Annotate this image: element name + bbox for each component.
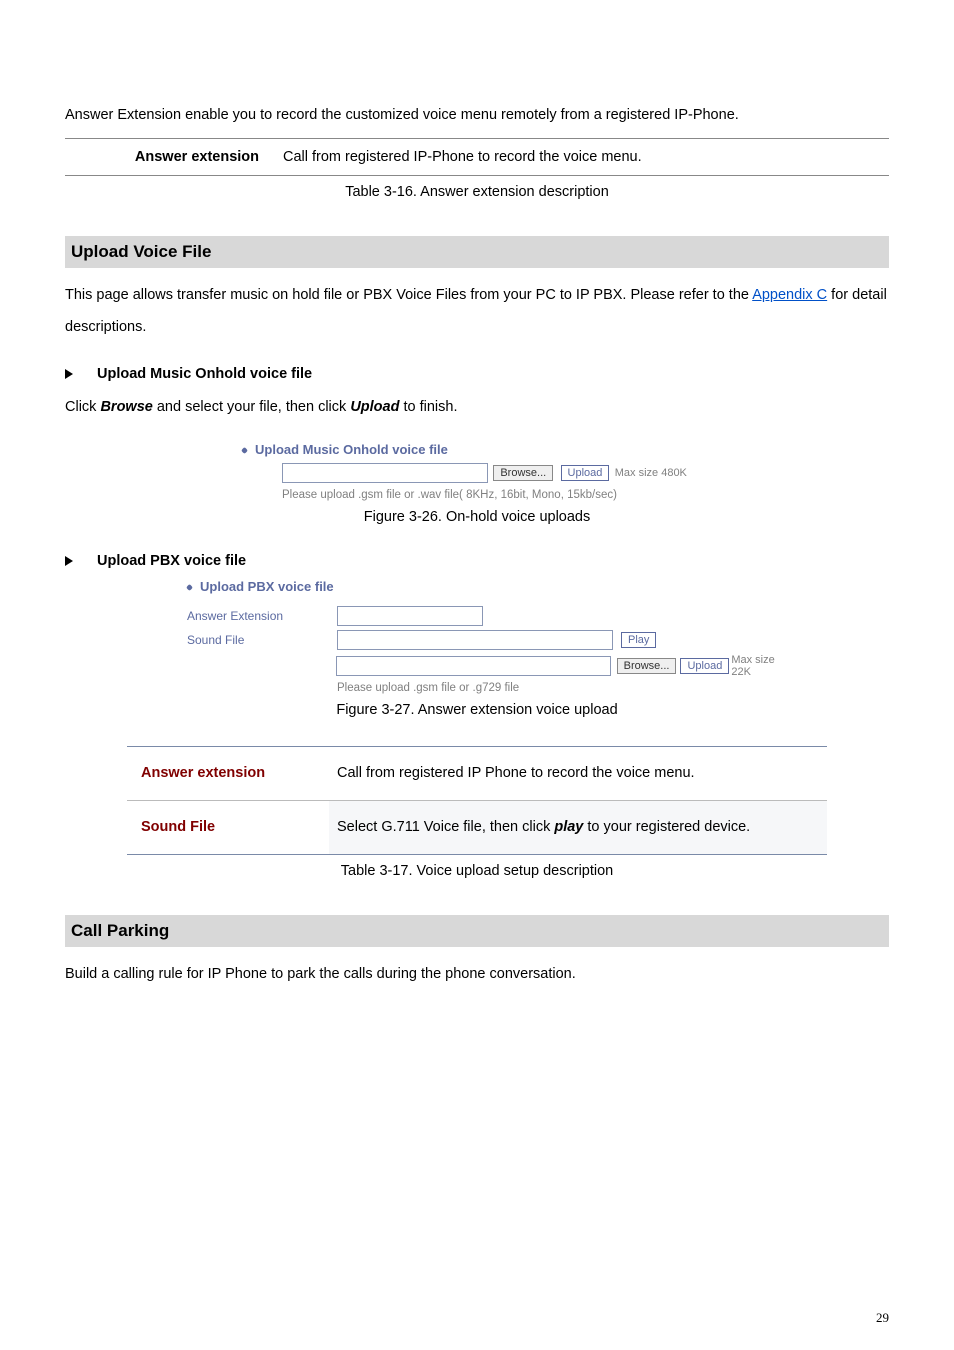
browse-word: Browse [100,399,152,415]
chevron-right-icon [65,556,73,566]
music-file-input[interactable] [282,463,488,483]
table2-r1-value: Call from registered IP Phone to record … [329,746,827,800]
upload-file-input[interactable] [336,656,610,676]
sound-file-input[interactable] [337,630,613,650]
click-text: Click [65,399,100,415]
browse-button[interactable]: Browse... [617,658,677,674]
end-text: to finish. [399,399,457,415]
table1-value: Call from registered IP-Phone to record … [275,138,889,175]
mid-text: and select your file, then click [153,399,350,415]
music-onhold-instruction: Click Browse and select your file, then … [65,392,889,424]
table2-r2-after: to your registered device. [583,819,750,835]
table1-label: Answer extension [65,138,275,175]
fig26-constraint: Please upload .gsm file or .wav file( 8K… [282,489,712,501]
intro-paragraph: Answer Extension enable you to record th… [65,100,889,132]
chevron-right-icon [65,369,73,379]
upload-voice-file-paragraph: This page allows transfer music on hold … [65,280,889,344]
answer-extension-label: Answer Extension [157,609,337,623]
appendix-c-link[interactable]: Appendix C [752,287,827,303]
figure-3-27: Upload PBX voice file Answer Extension S… [157,579,797,694]
upload-voice-file-heading: Upload Voice File [65,236,889,268]
bullet-pbx-voice: Upload PBX voice file [65,553,889,569]
table2-r2-value: Select G.711 Voice file, then click play… [329,800,827,854]
upload-button[interactable]: Upload [561,465,610,481]
diamond-bullet-icon [241,447,248,454]
upload-para-before: This page allows transfer music on hold … [65,287,752,303]
play-button[interactable]: Play [621,632,656,648]
bullet-pbx-title: Upload PBX voice file [97,553,246,569]
max-size-note: Max size 22K [731,654,797,678]
diamond-bullet-icon [186,584,193,591]
fig26-caption: Figure 3-26. On-hold voice uploads [65,509,889,525]
browse-button[interactable]: Browse... [493,465,553,481]
answer-ext-table: Answer extension Call from registered IP… [65,138,889,176]
table1-caption: Table 3-16. Answer extension description [65,184,889,200]
sound-file-label: Sound File [157,633,337,647]
upload-word: Upload [350,399,399,415]
fig27-constraint: Please upload .gsm file or .g729 file [337,682,519,694]
voice-upload-desc-table: Answer extension Call from registered IP… [127,746,827,855]
answer-extension-input[interactable] [337,606,483,626]
call-parking-heading: Call Parking [65,915,889,947]
table2-r2-label: Sound File [127,800,329,854]
table2-r2-before: Select G.711 Voice file, then click [337,819,554,835]
bullet-music-title: Upload Music Onhold voice file [97,366,312,382]
table2-caption: Table 3-17. Voice upload setup descripti… [65,863,889,879]
figure-3-26: Upload Music Onhold voice file Browse...… [242,442,712,501]
table2-r1-label: Answer extension [127,746,329,800]
page-number: 29 [876,1310,889,1326]
table2-r2-bold: play [554,819,583,835]
upload-button[interactable]: Upload [680,658,729,674]
fig27-title: Upload PBX voice file [200,579,334,594]
max-size-note: Max size 480K [615,467,687,479]
bullet-music-onhold: Upload Music Onhold voice file [65,366,889,382]
fig27-caption: Figure 3-27. Answer extension voice uplo… [65,702,889,718]
fig26-title: Upload Music Onhold voice file [255,442,448,457]
call-parking-paragraph: Build a calling rule for IP Phone to par… [65,959,889,991]
